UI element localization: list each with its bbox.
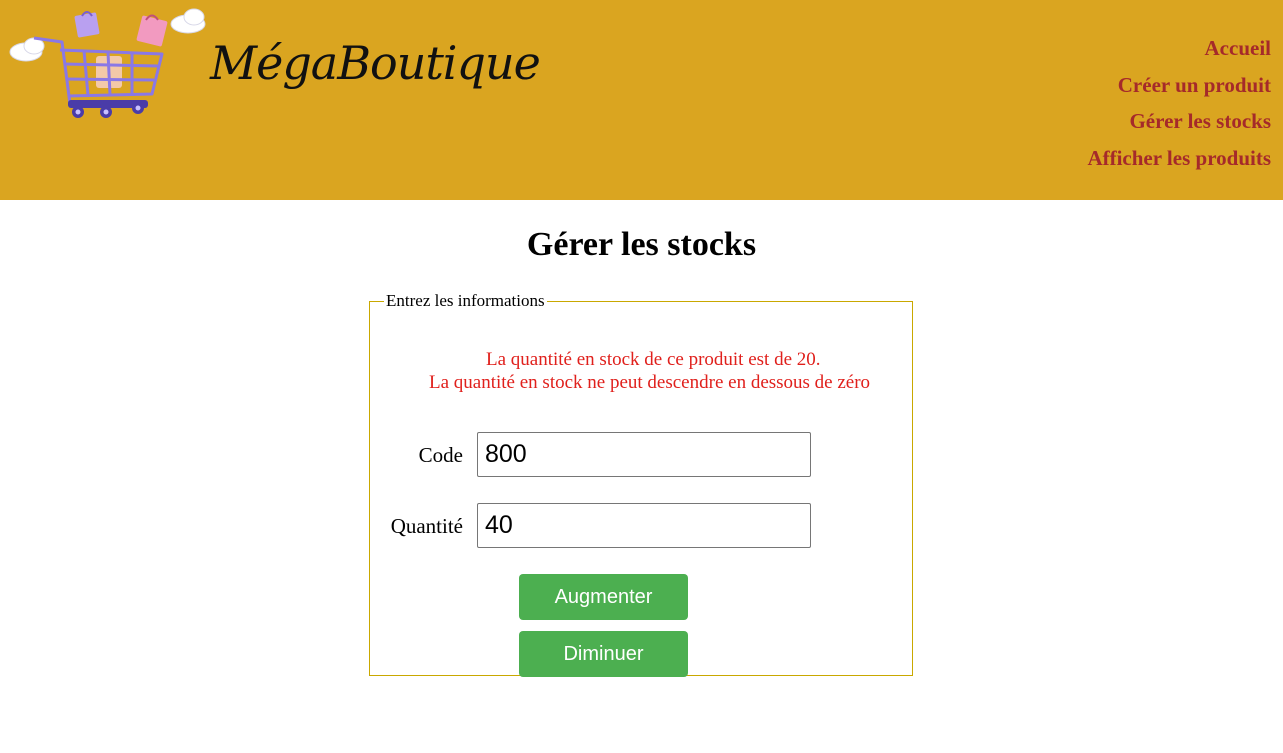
stock-message: La quantité en stock de ce produit est d… [370,348,914,394]
nav-link-accueil[interactable]: Accueil [1087,30,1271,67]
code-input[interactable] [477,432,811,477]
quantity-input[interactable] [477,503,811,548]
main-nav: Accueil Créer un produit Gérer les stock… [1087,30,1271,176]
increase-button[interactable]: Augmenter [519,574,688,620]
quantity-label: Quantité [390,514,463,538]
code-label: Code [418,443,463,467]
stock-message-line: La quantité en stock de ce produit est d… [486,349,821,370]
brand-name: MégaBoutique [210,36,541,90]
nav-link-creer-produit[interactable]: Créer un produit [1087,67,1271,104]
form-legend: Entrez les informations [386,291,545,310]
nav-link-afficher-produits[interactable]: Afficher les produits [1087,140,1271,177]
nav-link-gerer-stocks[interactable]: Gérer les stocks [1087,103,1271,140]
decrease-button[interactable]: Diminuer [519,631,688,677]
site-header: MégaBoutique Accueil Créer un produit Gé… [0,0,1283,200]
stock-form: Entrez les informations La quantité en s… [369,291,914,677]
stock-message-line: La quantité en stock ne peut descendre e… [429,372,871,393]
page-title: Gérer les stocks [526,226,757,263]
shopping-cart-icon [9,8,206,118]
